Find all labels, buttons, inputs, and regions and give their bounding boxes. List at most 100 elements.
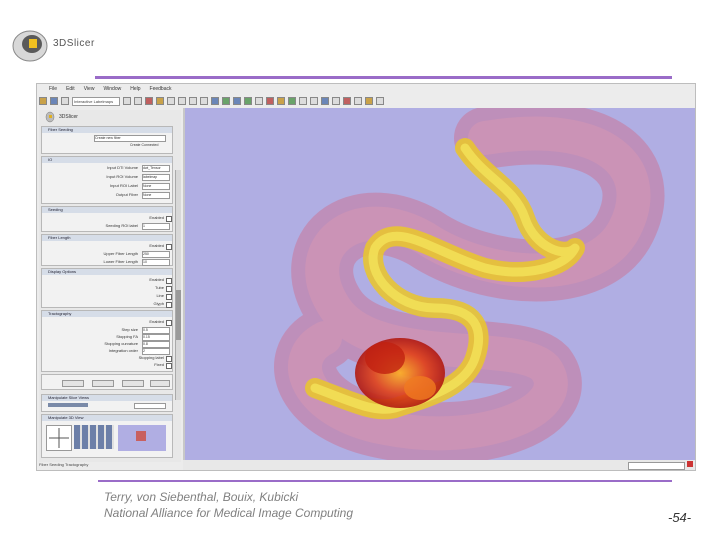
fixed-checkbox[interactable] bbox=[166, 363, 172, 369]
3d-viewer[interactable] bbox=[183, 102, 695, 465]
pick-icon[interactable] bbox=[332, 97, 340, 105]
row-value[interactable]: 10 bbox=[142, 259, 170, 266]
close-icon[interactable] bbox=[687, 461, 693, 467]
section-header[interactable]: Manipulate Slice Views bbox=[42, 395, 172, 401]
transform-icon[interactable] bbox=[354, 97, 362, 105]
row: Create Connected bbox=[42, 143, 172, 149]
row-label: Input DTI Volume bbox=[107, 165, 138, 170]
home-icon[interactable] bbox=[61, 97, 69, 105]
viewer-bottom-strip bbox=[183, 460, 695, 470]
section-fiber-seeding: Fiber Seeding Fiber bundle Create new fi… bbox=[41, 126, 173, 154]
slider-field[interactable] bbox=[628, 462, 685, 470]
place-icon[interactable] bbox=[343, 97, 351, 105]
row: Lower Fiber Length 10 bbox=[42, 259, 172, 266]
row-label: Step size bbox=[121, 327, 138, 332]
save-button[interactable] bbox=[122, 380, 144, 387]
row-value[interactable]: 2 bbox=[142, 348, 170, 355]
line-checkbox[interactable] bbox=[166, 294, 172, 300]
oneup-3d-icon[interactable] bbox=[244, 97, 252, 105]
row bbox=[42, 402, 172, 409]
green-slice-icon[interactable] bbox=[288, 97, 296, 105]
row: Upper Fiber Length 250 bbox=[42, 251, 172, 258]
row-value[interactable]: labelmap bbox=[142, 174, 170, 181]
menu-help[interactable]: Help bbox=[130, 86, 140, 92]
redo-icon[interactable] bbox=[156, 97, 164, 105]
section-seeding: Seeding Enabled Seeding ROI label 1 bbox=[41, 206, 173, 232]
slice-slider[interactable] bbox=[134, 403, 166, 409]
row: Line bbox=[42, 293, 172, 300]
layout-icon[interactable] bbox=[167, 97, 175, 105]
mini-3d-view bbox=[118, 425, 166, 451]
row: Stopping FA 0.15 bbox=[42, 334, 172, 341]
layout2-icon[interactable] bbox=[178, 97, 186, 105]
row-value[interactable]: 250 bbox=[142, 251, 170, 258]
menu-window[interactable]: Window bbox=[103, 86, 121, 92]
row-value[interactable]: 0.5 bbox=[142, 327, 170, 334]
red-slice-icon[interactable] bbox=[266, 97, 274, 105]
navigation-compass-icon[interactable] bbox=[46, 425, 72, 451]
menu-file[interactable]: File bbox=[49, 86, 57, 92]
panel-scrollbar[interactable] bbox=[175, 170, 181, 400]
section-header[interactable]: Seeding bbox=[42, 207, 172, 213]
next-icon[interactable] bbox=[134, 97, 142, 105]
yellow-slice-icon[interactable] bbox=[277, 97, 285, 105]
row-value[interactable]: None bbox=[142, 183, 170, 190]
fiber-tract-render bbox=[274, 102, 665, 465]
menu-view[interactable]: View bbox=[84, 86, 95, 92]
layout3-icon[interactable] bbox=[189, 97, 197, 105]
row: Enabled bbox=[42, 319, 172, 326]
tabbed-icon[interactable] bbox=[299, 97, 307, 105]
page-number: -54- bbox=[668, 510, 692, 525]
scrollbar-thumb[interactable] bbox=[176, 290, 181, 340]
enabled-checkbox[interactable] bbox=[166, 278, 172, 284]
top-divider bbox=[95, 76, 672, 79]
lightbox-icon[interactable] bbox=[376, 97, 384, 105]
row: Fiber bundle Create new fiber bbox=[42, 135, 172, 142]
module-title: 3DSlicer bbox=[59, 114, 78, 120]
save-icon[interactable] bbox=[50, 97, 58, 105]
row-label: Stopping FA bbox=[116, 334, 138, 339]
row-value[interactable]: None bbox=[142, 192, 170, 199]
section-display-options: Display Options Enabled Tube Line Glyph bbox=[41, 268, 173, 308]
extra-button[interactable] bbox=[150, 380, 170, 387]
row-value[interactable]: 1 bbox=[142, 223, 170, 230]
enabled-checkbox[interactable] bbox=[166, 216, 172, 222]
row-label: Fixed bbox=[154, 362, 164, 367]
view-control-icons[interactable] bbox=[74, 425, 114, 449]
section-header[interactable]: Tractography bbox=[42, 311, 172, 317]
undo-icon[interactable] bbox=[145, 97, 153, 105]
row-value[interactable]: dwi_Tensor bbox=[142, 165, 170, 172]
section-header[interactable]: Fiber Seeding bbox=[42, 127, 172, 133]
row-label: Input ROI Volume bbox=[106, 174, 138, 179]
window-level-icon[interactable] bbox=[365, 97, 373, 105]
tube-checkbox[interactable] bbox=[166, 286, 172, 292]
row-value[interactable]: Create new fiber bbox=[94, 135, 166, 142]
conventional-layout-icon[interactable] bbox=[222, 97, 230, 105]
prev-icon[interactable] bbox=[123, 97, 131, 105]
enabled-checkbox[interactable] bbox=[166, 320, 172, 326]
section-header[interactable]: Fiber Length bbox=[42, 235, 172, 241]
menu-edit[interactable]: Edit bbox=[66, 86, 75, 92]
view-icon[interactable] bbox=[211, 97, 219, 105]
row-value[interactable]: 0.15 bbox=[142, 334, 170, 341]
row: Glyph bbox=[42, 301, 172, 308]
section-header[interactable]: IO bbox=[42, 157, 172, 163]
slice-thumbnails[interactable] bbox=[48, 403, 88, 407]
section-header[interactable]: Display Options bbox=[42, 269, 172, 275]
button-row bbox=[42, 380, 172, 387]
section-header[interactable]: Manipulate 3D View bbox=[42, 415, 172, 421]
row-value[interactable]: 0.8 bbox=[142, 341, 170, 348]
compare-icon[interactable] bbox=[310, 97, 318, 105]
oneup-red-icon[interactable] bbox=[255, 97, 263, 105]
enabled-checkbox[interactable] bbox=[166, 244, 172, 250]
cancel-button[interactable] bbox=[92, 380, 114, 387]
mouse-mode-icon[interactable] bbox=[321, 97, 329, 105]
menu-feedback[interactable]: Feedback bbox=[150, 86, 172, 92]
apply-button[interactable] bbox=[62, 380, 84, 387]
module-select[interactable]: Interactive Labelmaps bbox=[72, 96, 120, 106]
load-icon[interactable] bbox=[39, 97, 47, 105]
fourup-layout-icon[interactable] bbox=[233, 97, 241, 105]
glyph-checkbox[interactable] bbox=[166, 302, 172, 308]
row-label: Stopping curvature bbox=[104, 341, 138, 346]
blank-icon[interactable] bbox=[200, 97, 208, 105]
